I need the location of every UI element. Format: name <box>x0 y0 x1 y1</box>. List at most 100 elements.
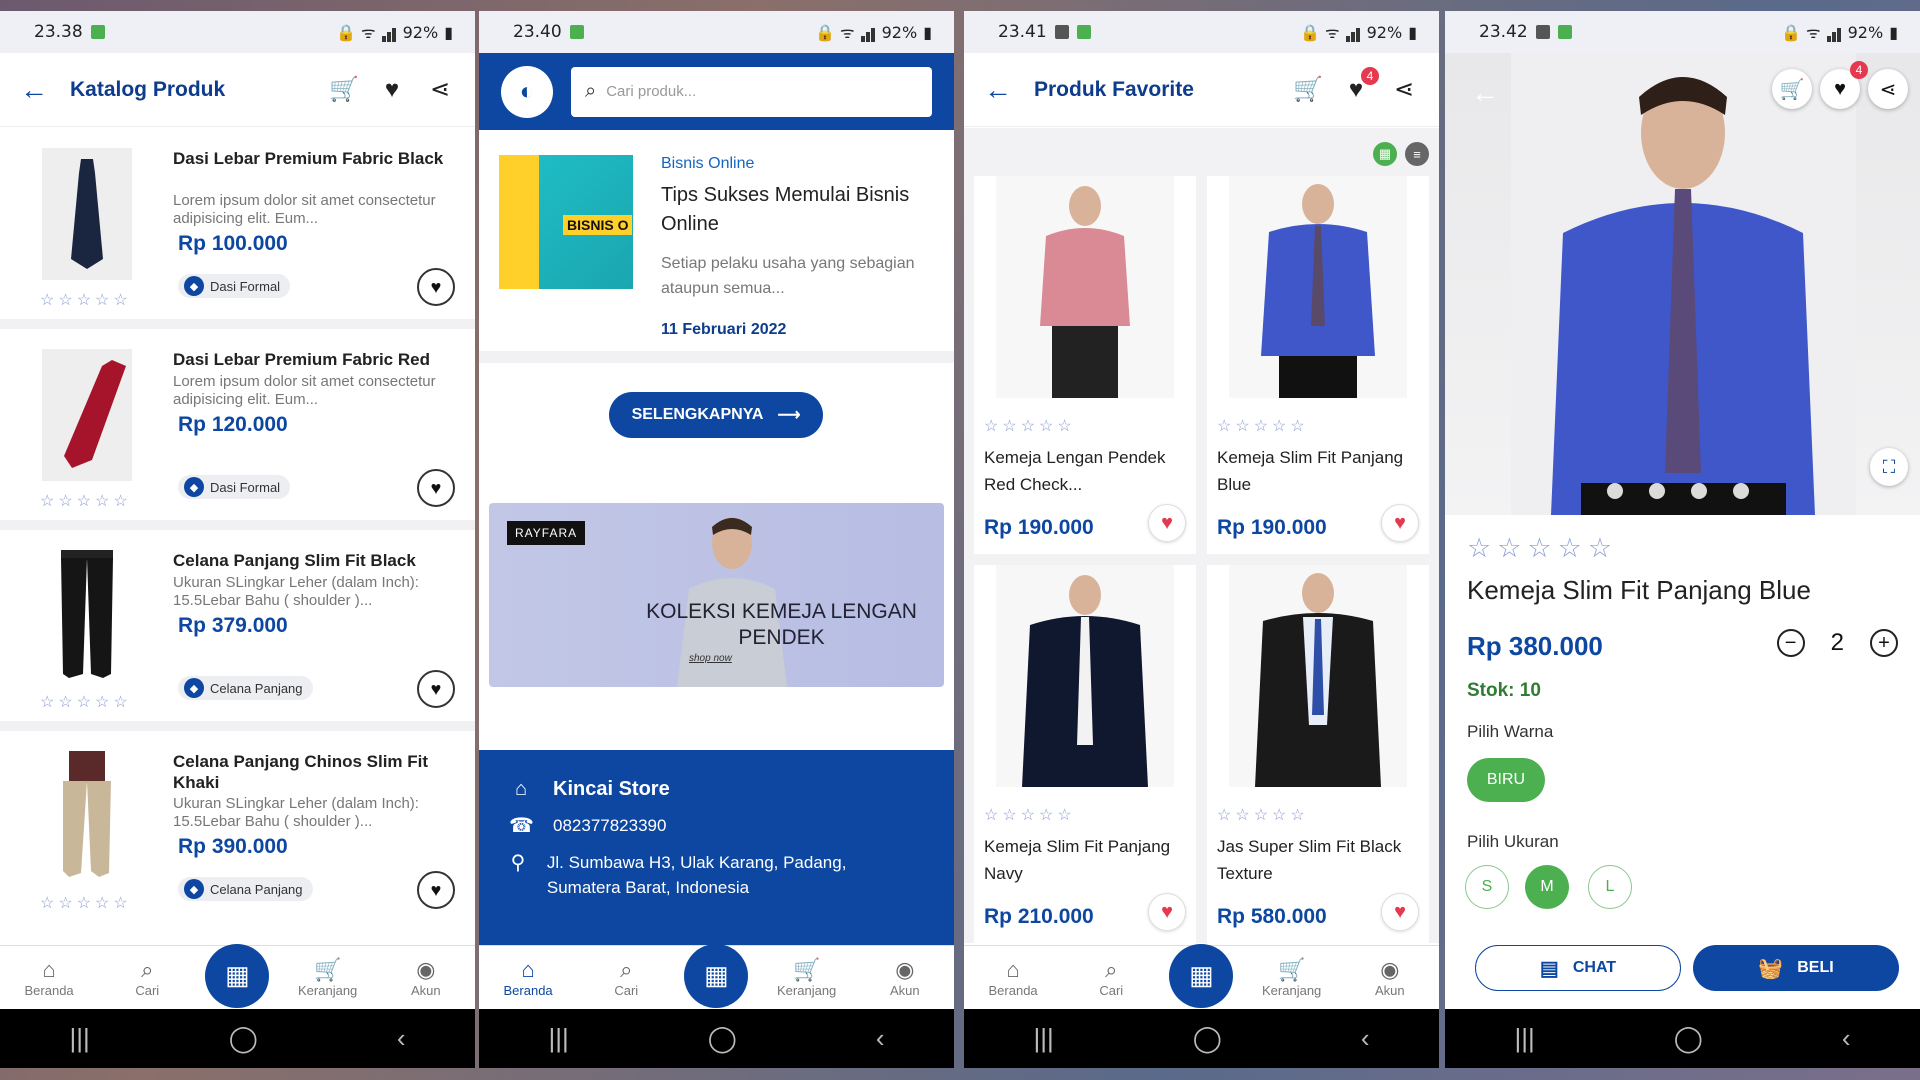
cart-icon[interactable]: 🛒 <box>329 75 359 105</box>
back-icon[interactable]: ‹ <box>397 1023 406 1054</box>
recents-icon[interactable]: ||| <box>69 1023 89 1054</box>
product-card[interactable]: ☆☆☆☆☆ Kemeja Slim Fit Panjang Blue Rp 19… <box>1207 176 1429 554</box>
recents-icon[interactable]: ||| <box>1514 1023 1534 1054</box>
account-icon: ◉ <box>416 957 436 982</box>
nav-cart[interactable]: 🛒 Keranjang <box>767 957 847 998</box>
nav-home[interactable]: ⌂ Beranda <box>9 957 89 998</box>
nav-account[interactable]: ◉ Akun <box>865 957 945 998</box>
favorite-button[interactable]: ♥ <box>1381 504 1419 542</box>
cart-icon[interactable]: 🛒 <box>1293 75 1323 105</box>
product-price: Rp 380.000 <box>1467 631 1603 661</box>
back-arrow-icon[interactable]: ← <box>984 74 1024 106</box>
rating-stars: ☆☆☆☆☆ <box>40 694 132 711</box>
product-card[interactable]: ☆☆☆☆☆ Jas Super Slim Fit Black Texture R… <box>1207 565 1429 943</box>
page-title: Katalog Produk <box>70 77 226 101</box>
recents-icon[interactable]: ||| <box>548 1023 568 1054</box>
category-chip[interactable]: ◆ Celana Panjang <box>178 877 313 901</box>
gallery-pagination[interactable] <box>1607 483 1749 499</box>
list-item[interactable]: ☆☆☆☆☆ Celana Panjang Slim Fit Black Ukur… <box>0 530 475 731</box>
back-icon[interactable]: ‹ <box>1361 1023 1370 1054</box>
decrease-button[interactable]: − <box>1776 629 1805 657</box>
product-image <box>42 751 132 883</box>
product-price: Rp 210.000 <box>984 905 1094 928</box>
product-name: Kemeja Slim Fit Panjang Blue <box>1217 448 1404 494</box>
favorite-button[interactable]: ♥ <box>1148 504 1186 542</box>
nav-account[interactable]: ◉ Akun <box>386 957 466 998</box>
share-icon[interactable]: ⋖ <box>1868 69 1908 109</box>
favorite-button[interactable]: ♥ <box>1148 893 1186 931</box>
fullscreen-icon[interactable]: ⛶ <box>1870 448 1908 486</box>
home-button-icon[interactable]: ◯ <box>708 1023 737 1054</box>
category-chip[interactable]: ◆ Celana Panjang <box>178 676 313 700</box>
product-card[interactable]: ☆☆☆☆☆ Kemeja Slim Fit Panjang Navy Rp 21… <box>974 565 1196 943</box>
size-option-s[interactable]: S <box>1465 865 1509 909</box>
category-chip[interactable]: ◆ Dasi Formal <box>178 274 291 298</box>
rating-stars[interactable]: ☆☆☆☆☆ <box>1467 533 1618 564</box>
search-icon: ⌕ <box>620 957 633 982</box>
arrow-right-icon: ⟶ <box>777 407 801 424</box>
share-icon[interactable]: ⋖ <box>425 75 455 105</box>
shop-now-link[interactable]: shop now <box>689 653 732 664</box>
nav-home[interactable]: ⌂ Beranda <box>973 957 1053 998</box>
nav-home[interactable]: ⌂ Beranda <box>488 957 568 998</box>
list-item[interactable]: ☆☆☆☆☆ Celana Panjang Chinos Slim Fit Kha… <box>0 731 475 932</box>
store-fab[interactable]: ▦ <box>205 943 270 1008</box>
favorite-button[interactable]: ♥ <box>417 670 455 708</box>
favorite-button[interactable]: ♥ <box>417 268 455 306</box>
nav-account[interactable]: ◉ Akun <box>1350 957 1430 998</box>
size-option-l[interactable]: L <box>1588 865 1632 909</box>
product-gallery[interactable]: ← 🛒 ♥ 4 ⋖ ⛶ <box>1445 53 1920 515</box>
chat-button[interactable]: ▤ CHAT <box>1475 945 1681 991</box>
back-arrow-icon[interactable]: ← <box>20 74 60 106</box>
divider <box>479 351 954 363</box>
back-arrow-icon[interactable]: ← <box>1471 77 1499 109</box>
store-fab[interactable]: ▦ <box>1169 943 1234 1008</box>
search-input[interactable]: ⌕ Cari produk... <box>571 66 932 117</box>
heart-icon[interactable]: ♥ 4 <box>1820 61 1868 109</box>
nav-cart[interactable]: 🛒 Keranjang <box>288 957 368 998</box>
search-icon: ⌕ <box>585 80 597 102</box>
heart-icon[interactable]: ♥ 4 <box>1341 66 1379 105</box>
top-app-bar: ← Katalog Produk 🛒 ♥ ⋖ <box>0 53 475 127</box>
product-price: Rp 190.000 <box>1217 516 1327 539</box>
list-view-icon[interactable]: ≡ <box>1405 142 1429 166</box>
system-nav: ||| ◯ ‹ <box>964 1009 1439 1068</box>
back-icon[interactable]: ‹ <box>876 1023 885 1054</box>
heart-icon[interactable]: ♥ <box>377 75 407 105</box>
share-icon[interactable]: ⋖ <box>1389 75 1419 105</box>
recents-icon[interactable]: ||| <box>1033 1023 1053 1054</box>
back-icon[interactable]: ‹ <box>1842 1023 1851 1054</box>
buy-button[interactable]: 🧺 BELI <box>1693 945 1899 991</box>
tag-icon: ◆ <box>184 879 204 899</box>
home-button-icon[interactable]: ◯ <box>229 1023 258 1054</box>
article-card[interactable]: BISNIS O Bisnis Online Tips Sukses Memul… <box>499 143 934 338</box>
cart-icon[interactable]: 🛒 <box>1772 69 1812 109</box>
page-dot <box>1649 483 1665 499</box>
top-app-bar: ← Produk Favorite 🛒 ♥ 4 ⋖ <box>964 53 1439 127</box>
nav-search[interactable]: ⌕ Cari <box>586 957 666 998</box>
nav-search[interactable]: ⌕ Cari <box>107 957 187 998</box>
color-option-biru[interactable]: BIRU <box>1467 758 1545 802</box>
category-chip[interactable]: ◆ Dasi Formal <box>178 475 291 499</box>
nav-search[interactable]: ⌕ Cari <box>1071 957 1151 998</box>
product-price: Rp 100.000 <box>178 232 288 255</box>
home-icon: ⌂ <box>514 778 528 800</box>
more-button[interactable]: SELENGKAPNYA ⟶ <box>609 392 823 438</box>
tag-icon: ◆ <box>184 477 204 497</box>
search-icon: ⌕ <box>1105 957 1118 982</box>
size-option-m[interactable]: M <box>1525 865 1569 909</box>
home-button-icon[interactable]: ◯ <box>1674 1023 1703 1054</box>
nav-cart[interactable]: 🛒 Keranjang <box>1252 957 1332 998</box>
favorite-button[interactable]: ♥ <box>417 469 455 507</box>
favorite-button[interactable]: ♥ <box>1381 893 1419 931</box>
store-fab[interactable]: ▦ <box>684 943 749 1008</box>
promo-banner[interactable]: RAYFARA KOLEKSI KEMEJA LENGAN PENDEK sho… <box>489 503 944 687</box>
favorite-button[interactable]: ♥ <box>417 871 455 909</box>
home-button-icon[interactable]: ◯ <box>1193 1023 1222 1054</box>
increase-button[interactable]: + <box>1870 629 1898 657</box>
product-desc: Lorem ipsum dolor sit amet consectetur a… <box>173 192 436 227</box>
product-card[interactable]: ☆☆☆☆☆ Kemeja Lengan Pendek Red Check... … <box>974 176 1196 554</box>
list-item[interactable]: ☆☆☆☆☆ Dasi Lebar Premium Fabric Red Lore… <box>0 329 475 530</box>
grid-view-icon[interactable]: ▦ <box>1373 142 1397 166</box>
list-item[interactable]: ☆☆☆☆☆ Dasi Lebar Premium Fabric Black Lo… <box>0 128 475 329</box>
